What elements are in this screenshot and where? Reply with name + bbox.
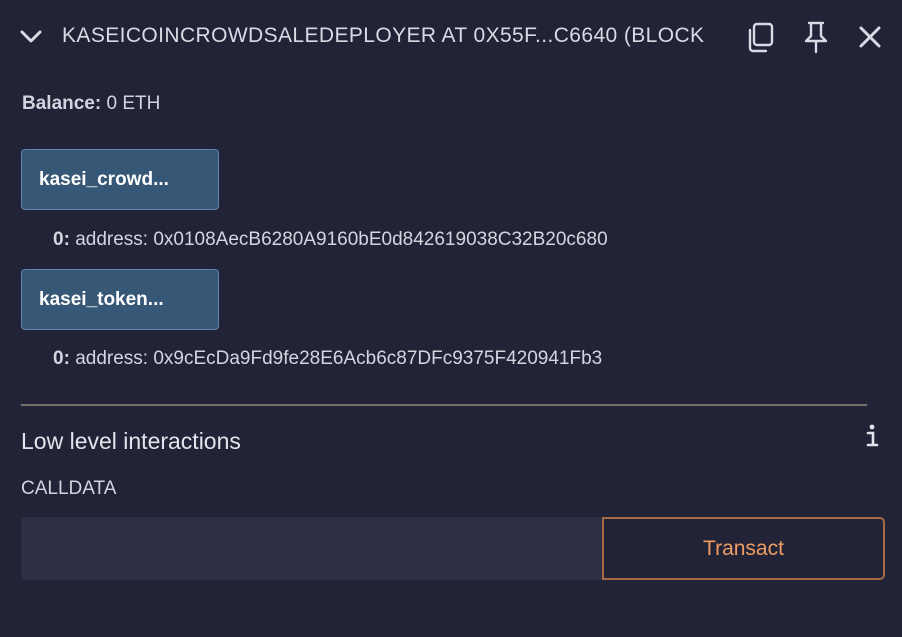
section-divider	[21, 404, 867, 406]
pin-icon[interactable]	[799, 20, 833, 54]
close-icon[interactable]	[853, 20, 887, 54]
contract-title: KASEICOINCROWDSALEDEPLOYER AT 0X55F...C6…	[62, 24, 705, 47]
output-value: address: 0x0108AecB6280A9160bE0d84261903…	[75, 229, 608, 250]
calldata-input[interactable]	[21, 517, 602, 580]
balance-label: Balance:	[22, 93, 102, 114]
deployed-contract-panel: KASEICOINCROWDSALEDEPLOYER AT 0X55F...C6…	[0, 0, 902, 637]
kasei-crowdsale-button[interactable]: kasei_crowd...	[21, 149, 219, 210]
function-output: 0: address: 0x9cEcDa9Fd9fe28E6Acb6c87DFc…	[53, 348, 602, 370]
kasei-token-button[interactable]: kasei_token...	[21, 269, 219, 330]
info-icon[interactable]	[860, 422, 884, 450]
contract-header: KASEICOINCROWDSALEDEPLOYER AT 0X55F...C6…	[0, 0, 902, 76]
transact-button[interactable]: Transact	[602, 517, 885, 580]
copy-icon[interactable]	[744, 20, 778, 54]
chevron-down-icon[interactable]	[19, 26, 43, 48]
function-output: 0: address: 0x0108AecB6280A9160bE0d84261…	[53, 229, 608, 251]
balance-row: Balance: 0 ETH	[22, 93, 160, 115]
balance-value: 0 ETH	[106, 93, 161, 114]
low-level-title: Low level interactions	[21, 428, 241, 454]
output-index: 0:	[53, 348, 70, 369]
output-index: 0:	[53, 229, 70, 250]
calldata-label: CALLDATA	[21, 478, 117, 499]
output-value: address: 0x9cEcDa9Fd9fe28E6Acb6c87DFc937…	[75, 348, 603, 369]
